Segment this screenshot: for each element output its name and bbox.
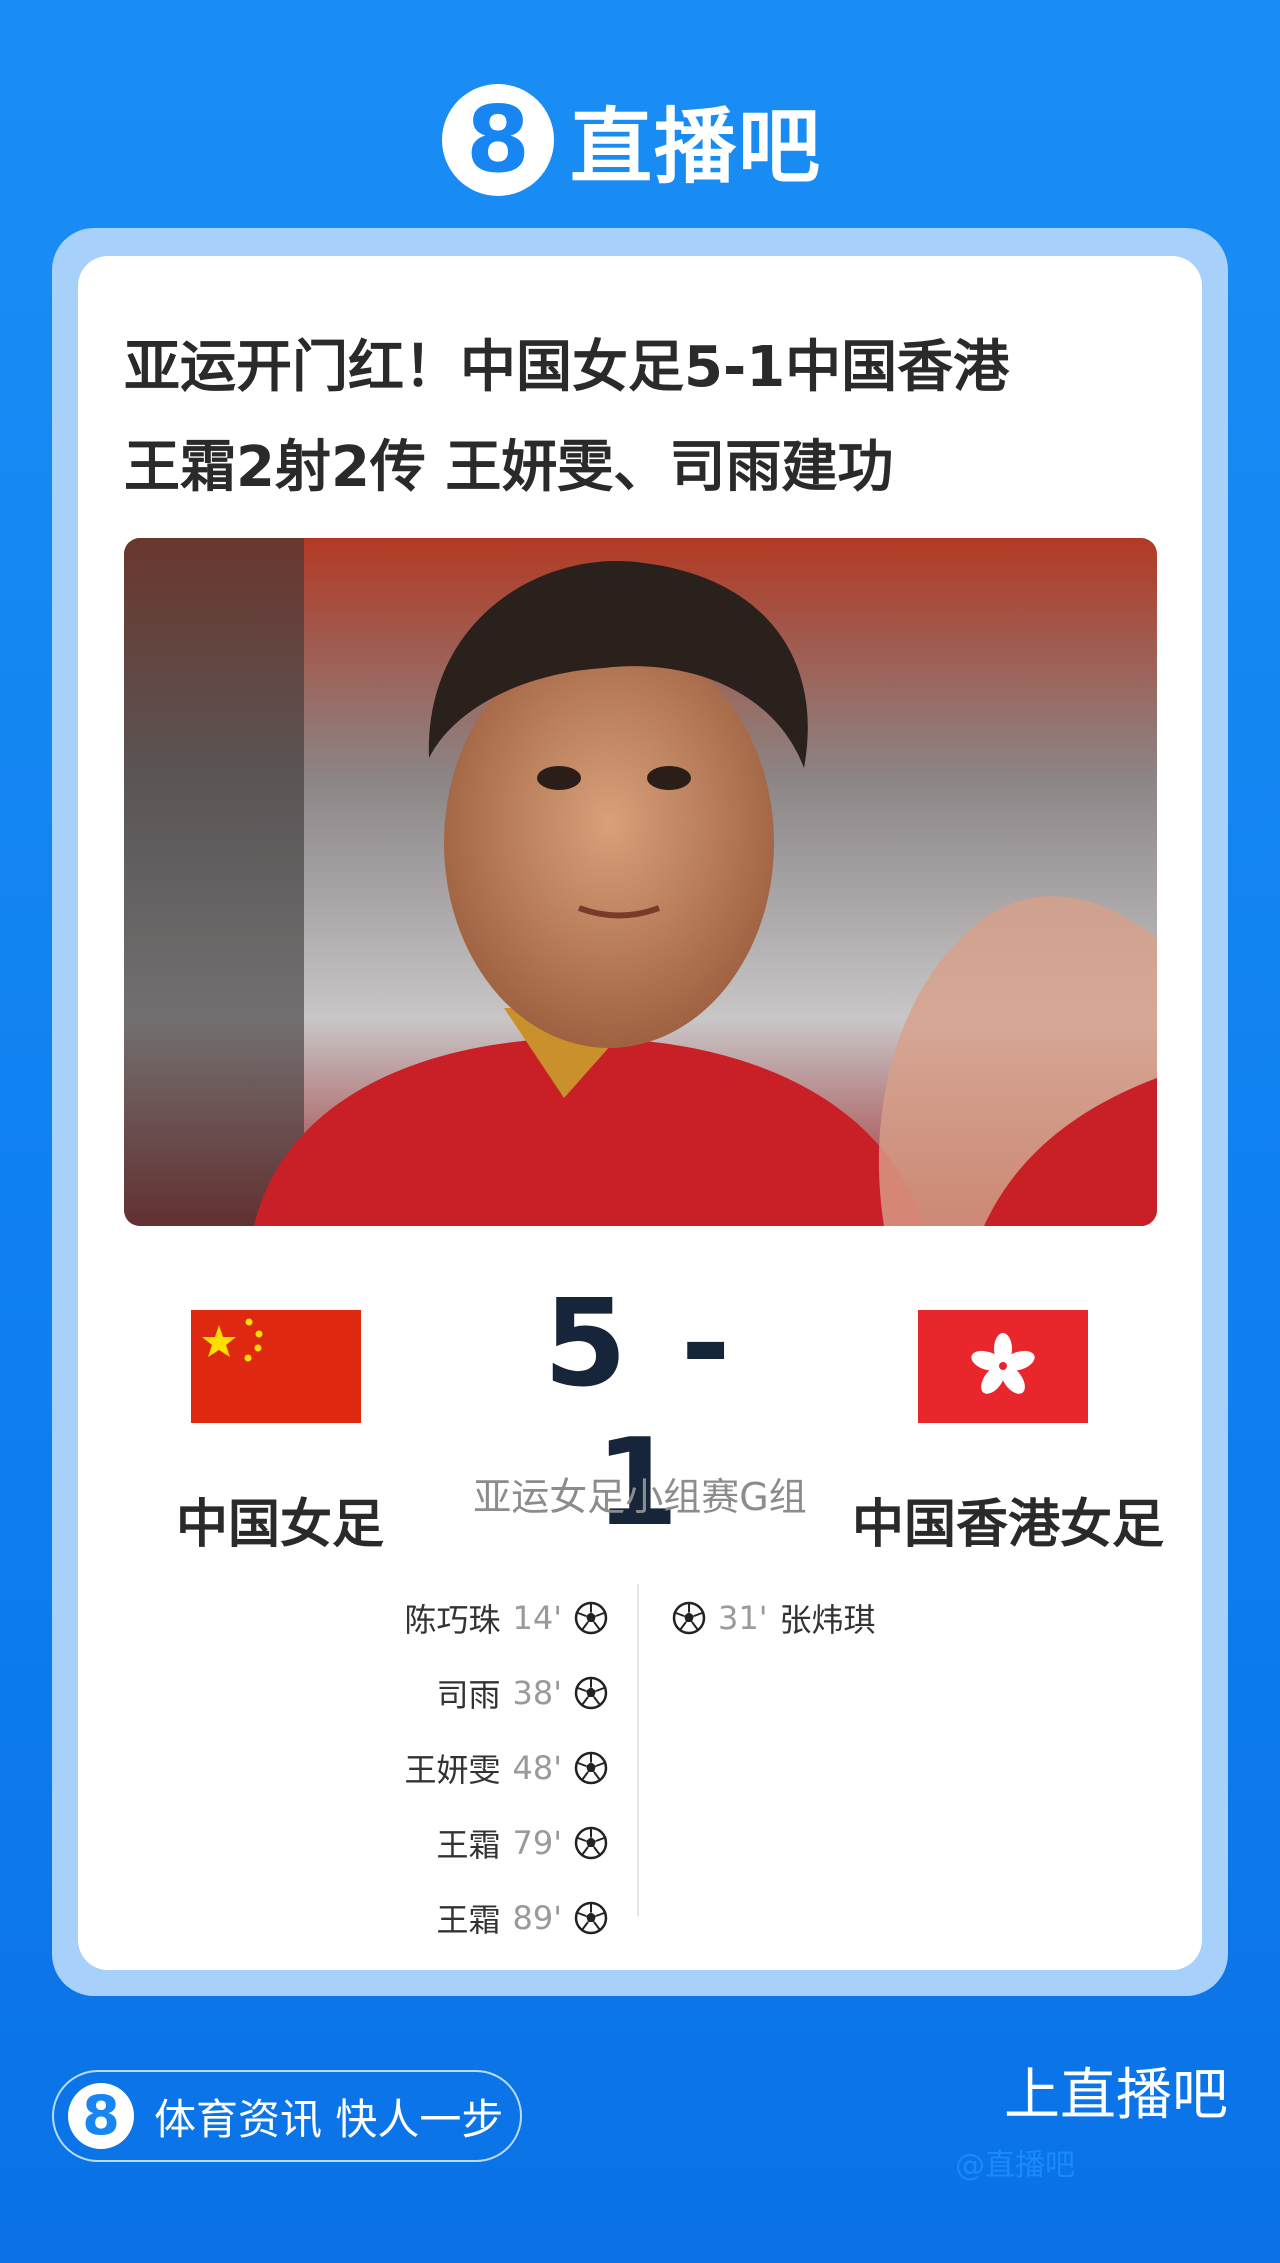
home-team-name: 中国女足	[176, 1495, 385, 1555]
scorer-name: 陈巧珠	[404, 1600, 501, 1639]
home-goal-list: 陈巧珠 14' 司雨 38' 王妍雯 48' 王霜 79' 王霜 89'	[404, 1580, 608, 1955]
brand-name: 直播吧	[570, 100, 823, 195]
slogan-pill: 8 体育资讯 快人一步	[52, 2070, 522, 2162]
list-item: 司雨 38'	[404, 1655, 608, 1730]
soccer-ball-icon	[574, 1826, 608, 1859]
goal-minute: 14'	[512, 1598, 562, 1637]
list-item: 王霜 89'	[404, 1880, 608, 1955]
goal-minute: 79'	[512, 1823, 562, 1862]
player-photo-image	[124, 538, 1157, 1226]
scorer-name: 王妍雯	[404, 1750, 501, 1789]
slogan-text: 体育资讯 快人一步	[154, 2094, 504, 2144]
away-goal-list: 31' 张炜琪	[672, 1580, 876, 1655]
goal-minute: 38'	[512, 1673, 562, 1712]
goal-minute: 48'	[512, 1748, 562, 1787]
china-flag-icon	[191, 1310, 361, 1423]
hong-kong-flag-icon	[918, 1310, 1088, 1423]
list-item: 陈巧珠 14'	[404, 1580, 608, 1655]
player-photo	[124, 538, 1157, 1226]
soccer-ball-icon	[672, 1601, 706, 1634]
scorer-name: 司雨	[436, 1675, 501, 1714]
list-item: 王妍雯 48'	[404, 1730, 608, 1805]
headline-line-1: 亚运开门红！中国女足5-1中国香港	[124, 335, 1010, 400]
scorer-name: 王霜	[436, 1825, 501, 1864]
soccer-ball-icon	[574, 1901, 608, 1934]
list-item: 王霜 79'	[404, 1805, 608, 1880]
footer-logo-icon: 8	[68, 2083, 134, 2149]
scorer-name: 王霜	[436, 1900, 501, 1939]
headline: 亚运开门红！中国女足5-1中国香港 王霜2射2传 王妍雯、司雨建功	[124, 318, 1184, 518]
list-item: 31' 张炜琪	[672, 1580, 876, 1655]
soccer-ball-icon	[574, 1751, 608, 1784]
goal-minute: 89'	[512, 1898, 562, 1937]
brand-cta: 上直播吧	[1004, 2063, 1228, 2128]
goal-minute: 31'	[718, 1598, 768, 1637]
logo-badge-icon: 8	[442, 83, 554, 196]
soccer-ball-icon	[574, 1676, 608, 1709]
app-logo: 8 直播吧	[442, 80, 822, 199]
scorer-name: 张炜琪	[779, 1600, 876, 1639]
watermark: @直播吧	[955, 2148, 1075, 2183]
headline-line-2: 王霜2射2传 王妍雯、司雨建功	[124, 435, 894, 500]
competition-name: 亚运女足小组赛G组	[473, 1475, 807, 1519]
soccer-ball-icon	[574, 1601, 608, 1634]
goal-list-divider	[637, 1584, 639, 1916]
away-team-name: 中国香港女足	[852, 1495, 1165, 1555]
